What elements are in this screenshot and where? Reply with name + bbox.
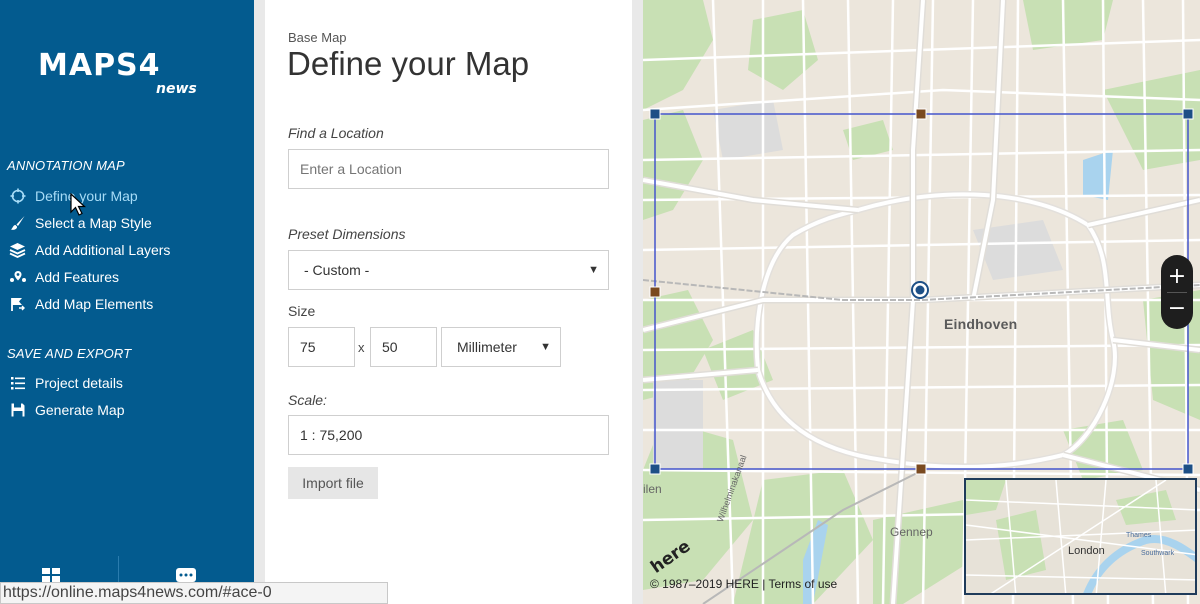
height-input[interactable]: 50 — [370, 327, 437, 367]
section-title-save-and-export: SAVE AND EXPORT — [7, 346, 132, 361]
logo-sub-text: news — [156, 81, 197, 97]
find-location-label: Find a Location — [288, 125, 384, 141]
sidebar-item-label: Add Map Elements — [35, 296, 154, 312]
zoom-control: + − — [1161, 255, 1193, 329]
page-title: Define your Map — [287, 45, 530, 82]
place-label: ilen — [643, 482, 662, 496]
panel-gutter — [254, 0, 265, 604]
unit-value: Millimeter — [457, 339, 517, 355]
sidebar-item-generate-map[interactable]: Generate Map — [8, 399, 248, 421]
unit-select[interactable]: Millimeter ▼ — [441, 327, 561, 367]
size-label: Size — [288, 303, 316, 319]
mouse-cursor-icon — [70, 193, 86, 216]
sidebar-item-label: Add Features — [35, 269, 120, 285]
status-bar-url: https://online.maps4news.com/#ace-0 — [0, 582, 388, 604]
map-view[interactable]: Eindhoven Gennep ilen Wilhelminakanaal +… — [643, 0, 1200, 604]
define-map-panel: Base Map Define your Map Find a Location… — [265, 0, 632, 604]
sidebar-item-select-map-style[interactable]: Select a Map Style — [8, 212, 248, 234]
maps4news-logo[interactable]: MAPS4 news — [36, 38, 206, 100]
location-search-input[interactable] — [288, 149, 609, 189]
sidebar-item-label: Define your Map — [35, 188, 138, 204]
zoom-out-button[interactable]: − — [1161, 293, 1193, 323]
map-gutter — [632, 0, 643, 604]
import-file-button[interactable]: Import file — [288, 467, 378, 499]
layers-icon — [8, 242, 27, 258]
sidebar-item-add-additional-layers[interactable]: Add Additional Layers — [8, 239, 248, 261]
width-value: 75 — [300, 339, 316, 355]
sidebar-item-add-map-elements[interactable]: Add Map Elements — [8, 293, 248, 315]
scale-input[interactable]: 1 : 75,200 — [288, 415, 609, 455]
width-input[interactable]: 75 — [288, 327, 355, 367]
sidebar-item-add-features[interactable]: Add Features — [8, 266, 248, 288]
logo-main-text: MAPS4 — [38, 48, 161, 83]
sidebar-item-label: Project details — [35, 375, 123, 391]
sidebar-item-label: Add Additional Layers — [35, 242, 171, 258]
sidebar: MAPS4 news ANNOTATION MAP Define your Ma… — [0, 0, 254, 604]
crosshair-icon — [8, 188, 27, 204]
scale-value: 1 : 75,200 — [300, 427, 363, 443]
map-copyright[interactable]: © 1987–2019 HERE | Terms of use — [650, 577, 837, 591]
minimap-canvas — [966, 480, 1195, 593]
scale-label: Scale: — [288, 392, 327, 408]
preset-dimensions-label: Preset Dimensions — [288, 226, 406, 242]
caret-down-icon: ▼ — [588, 264, 599, 276]
caret-down-icon: ▼ — [540, 341, 551, 353]
minimap-city-label: London — [1068, 545, 1105, 557]
sidebar-item-project-details[interactable]: Project details — [8, 372, 248, 394]
overview-minimap[interactable]: London Thames Southwark — [964, 478, 1197, 595]
sidebar-item-define-your-map[interactable]: Define your Map — [8, 185, 248, 207]
zoom-in-button[interactable]: + — [1161, 261, 1193, 291]
minimap-label: Southwark — [1141, 550, 1175, 557]
sidebar-item-label: Generate Map — [35, 402, 125, 418]
save-icon — [8, 402, 27, 418]
panel-eyebrow: Base Map — [288, 30, 347, 45]
place-label: Gennep — [890, 525, 933, 539]
brush-icon — [8, 215, 27, 231]
height-value: 50 — [382, 339, 398, 355]
section-title-annotation-map: ANNOTATION MAP — [7, 158, 125, 173]
features-icon — [8, 269, 27, 285]
size-separator: x — [358, 340, 365, 355]
sidebar-item-label: Select a Map Style — [35, 215, 152, 231]
preset-dimensions-value: - Custom - — [304, 262, 370, 278]
footer-divider — [118, 556, 119, 584]
map-elements-icon — [8, 296, 27, 312]
city-label: Eindhoven — [944, 316, 1018, 332]
minimap-label: Thames — [1126, 532, 1152, 539]
preset-dimensions-select[interactable]: - Custom - ▼ — [288, 250, 609, 290]
list-icon — [8, 375, 27, 391]
